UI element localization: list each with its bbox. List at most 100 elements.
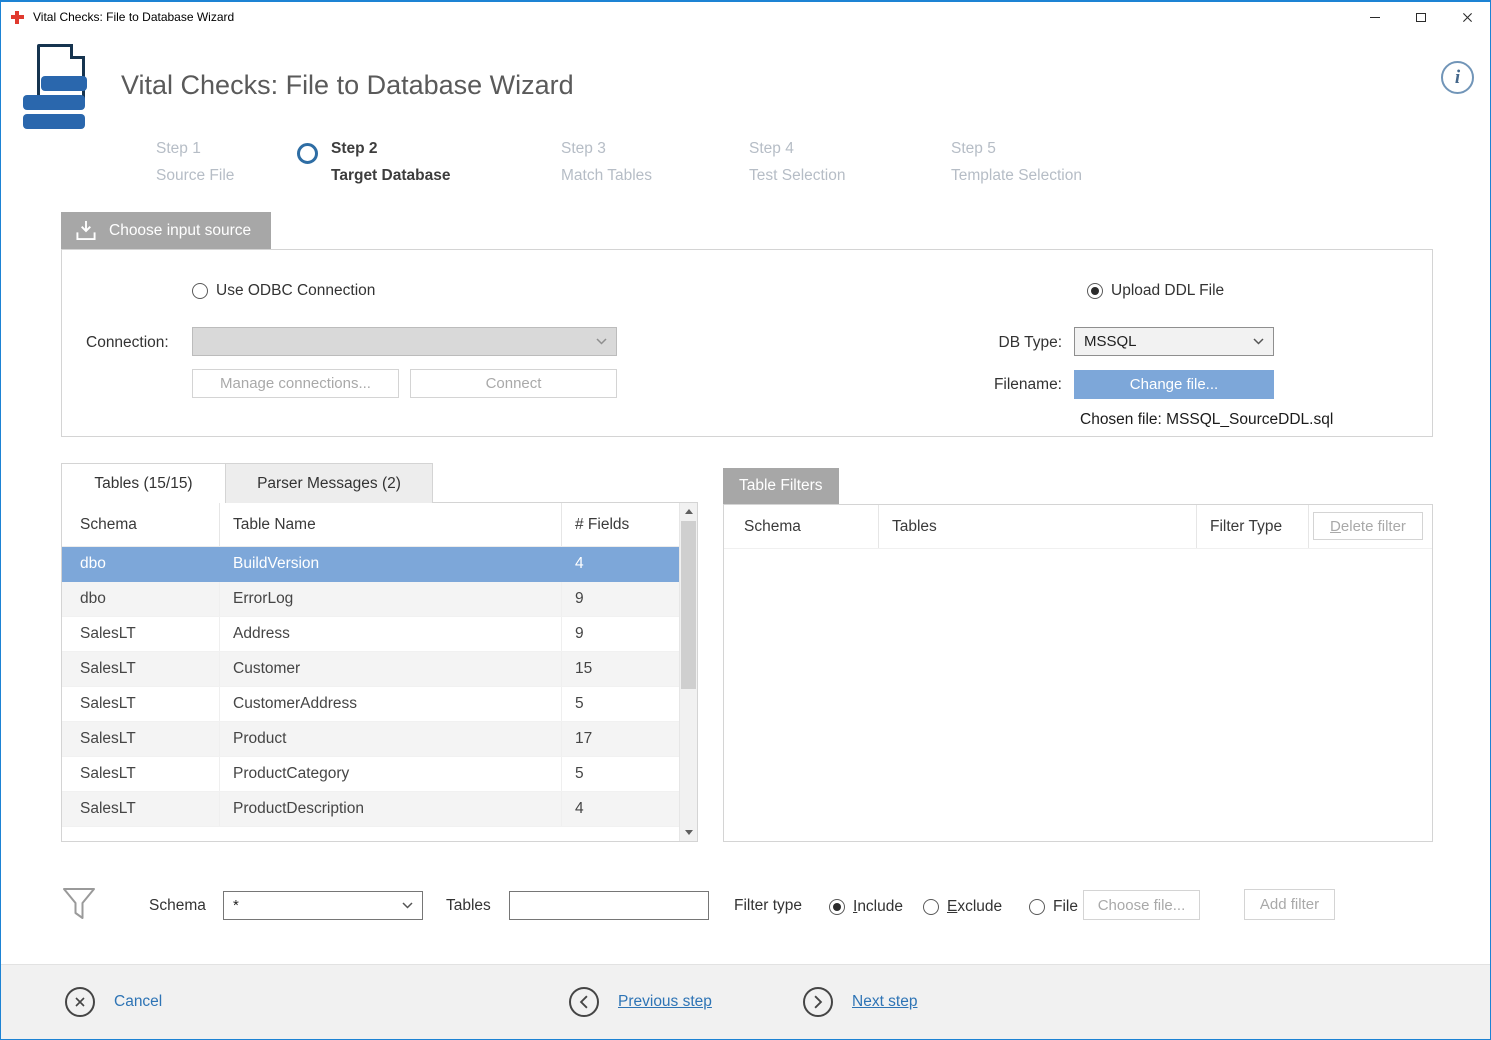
change-file-button[interactable]: Change file... [1074,370,1274,399]
next-step-button[interactable]: Next step [803,987,917,1017]
cell-table: BuildVersion [220,547,562,581]
titlebar-title: Vital Checks: File to Database Wizard [33,10,234,24]
close-button[interactable] [1444,2,1490,32]
scroll-up-icon[interactable] [680,503,697,520]
radio-icon [1087,283,1103,299]
footer-bar: Cancel Previous step Next step [1,964,1490,1039]
column-header-schema: Schema [724,505,879,548]
step-label: Step 2 [331,140,450,158]
table-row[interactable]: SalesLT CustomerAddress 5 [62,687,679,722]
cancel-circle-icon [65,987,95,1017]
cell-schema: SalesLT [62,792,220,826]
cell-table: ProductDescription [220,792,562,826]
table-row[interactable]: SalesLT ProductDescription 4 [62,792,679,827]
cell-fields: 17 [562,722,679,756]
step-label: Step 3 [561,140,652,158]
tables-panel: Schema Table Name # Fields dbo BuildVers… [61,502,698,842]
app-window: Vital Checks: File to Database Wizard Vi… [0,0,1491,1040]
radio-label: File [1053,898,1078,916]
cell-fields: 4 [562,547,679,581]
cell-fields: 5 [562,757,679,791]
app-logo [15,44,103,130]
step-2-target-database: Step 2 Target Database [331,140,450,185]
cell-schema: dbo [62,582,220,616]
chevron-right-icon [803,987,833,1017]
section-title: Choose input source [109,222,251,240]
db-type-select[interactable]: MSSQL [1074,327,1274,356]
exclude-radio[interactable]: Exclude [923,898,1002,916]
manage-connections-button[interactable]: Manage connections... [192,369,399,398]
chevron-down-icon [596,338,607,345]
add-filter-button[interactable]: Add filter [1244,889,1335,920]
step-name: Match Tables [561,167,652,185]
radio-label: Upload DDL File [1111,282,1224,300]
odbc-connection-radio[interactable]: Use ODBC Connection [192,282,375,300]
cell-fields: 5 [562,687,679,721]
section-table-filters: Table Filters [723,468,839,504]
maximize-button[interactable] [1398,2,1444,32]
step-name: Source File [156,167,234,185]
cell-fields: 9 [562,617,679,651]
scroll-down-icon[interactable] [680,824,697,841]
file-radio[interactable]: File [1029,898,1078,916]
minimize-icon [1370,17,1380,18]
table-row[interactable]: SalesLT Customer 15 [62,652,679,687]
cell-table: Customer [220,652,562,686]
step-label: Step 1 [156,140,234,158]
schema-filter-select[interactable]: * [223,891,423,920]
tables-scrollbar[interactable] [679,503,697,841]
step-name: Test Selection [749,167,846,185]
upload-ddl-radio[interactable]: Upload DDL File [1087,282,1224,300]
column-header-schema: Schema [62,503,220,546]
tab-parser-messages[interactable]: Parser Messages (2) [226,463,433,503]
table-row[interactable]: SalesLT Address 9 [62,617,679,652]
include-radio[interactable]: Include [829,898,903,916]
connection-select[interactable] [192,327,617,356]
cell-table: CustomerAddress [220,687,562,721]
tab-tables[interactable]: Tables (15/15) [61,463,226,503]
section-choose-input-source: Choose input source [61,212,271,249]
filter-type-label: Filter type [734,897,802,915]
column-header-tables: Tables [879,505,1197,548]
step-label: Step 5 [951,140,1082,158]
previous-step-button[interactable]: Previous step [569,987,712,1017]
table-filters-panel: Schema Tables Filter Type Delete filter [723,504,1433,842]
cell-table: Address [220,617,562,651]
radio-label: Include [853,898,903,916]
cell-table: ErrorLog [220,582,562,616]
cancel-button[interactable]: Cancel [65,987,162,1017]
table-row[interactable]: SalesLT ProductCategory 5 [62,757,679,792]
step-4-test-selection: Step 4 Test Selection [749,140,846,185]
app-icon [10,10,25,25]
choose-file-button[interactable]: Choose file... [1083,890,1200,920]
table-row[interactable]: dbo BuildVersion 4 [62,547,679,582]
cell-schema: dbo [62,547,220,581]
scrollbar-thumb[interactable] [681,521,696,689]
filter-funnel-icon [59,885,99,923]
page-title: Vital Checks: File to Database Wizard [121,70,574,101]
chosen-file-text: Chosen file: MSSQL_SourceDDL.sql [1080,411,1333,429]
chevron-down-icon [402,902,413,909]
step-name: Target Database [331,167,450,185]
cell-fields: 15 [562,652,679,686]
cell-schema: SalesLT [62,757,220,791]
delete-filter-button[interactable]: Delete filter [1313,512,1423,540]
tables-filter-input[interactable] [509,891,709,920]
table-row[interactable]: dbo ErrorLog 9 [62,582,679,617]
section-title: Table Filters [739,477,823,495]
step-5-template-selection: Step 5 Template Selection [951,140,1082,185]
titlebar: Vital Checks: File to Database Wizard [1,2,1490,32]
db-type-value: MSSQL [1084,333,1253,350]
table-row[interactable]: SalesLT Product 17 [62,722,679,757]
connect-button[interactable]: Connect [410,369,617,398]
cell-table: ProductCategory [220,757,562,791]
maximize-icon [1416,13,1426,22]
minimize-button[interactable] [1352,2,1398,32]
chevron-left-icon [569,987,599,1017]
schema-filter-value: * [233,897,402,914]
cancel-label: Cancel [114,993,162,1011]
info-icon[interactable]: i [1441,61,1474,94]
close-icon [1462,12,1473,23]
step-3-match-tables: Step 3 Match Tables [561,140,652,185]
column-header-fields: # Fields [562,503,679,546]
